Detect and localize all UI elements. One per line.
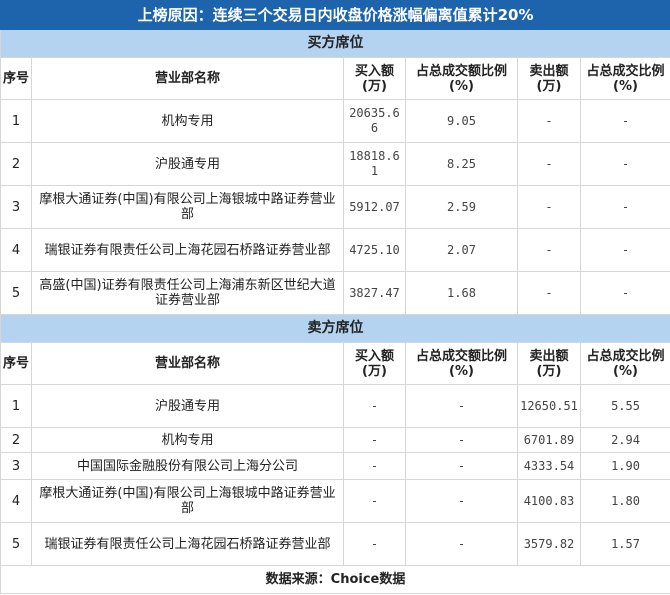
- cell-sell-amount: -: [517, 185, 581, 229]
- cell-branch-name: 摩根大通证券(中国)有限公司上海银城中路证券营业部: [31, 479, 344, 523]
- cell-buy-ratio: -: [405, 384, 518, 428]
- cell-buy-ratio: 1.68: [405, 271, 518, 315]
- header-index: 序号: [0, 342, 32, 385]
- table-row: 1 沪股通专用 - -12650.51 5.55: [0, 384, 670, 428]
- cell-sell-amount: -: [517, 142, 581, 186]
- cell-sell-amount: 6701.89: [517, 427, 581, 453]
- cell-index: 3: [0, 452, 32, 480]
- cell-branch-name: 瑞银证券有限责任公司上海花园石桥路证券营业部: [31, 228, 344, 272]
- cell-buy-amount: -: [343, 384, 406, 428]
- table-row: 4 瑞银证券有限责任公司上海花园石桥路证券营业部 4725.10 2.07- -: [0, 228, 670, 272]
- title-row: 上榜原因：连续三个交易日内收盘价格涨幅偏离值累计20%: [0, 0, 670, 30]
- cell-branch-name: 沪股通专用: [31, 384, 344, 428]
- table-row: 4 摩根大通证券(中国)有限公司上海银城中路证券营业部 - -4100.83 1.80: [0, 479, 670, 523]
- cell-buy-amount: 5912.07: [343, 185, 406, 229]
- cell-sell-ratio: 1.57: [579, 522, 670, 566]
- table-row: 2 机构专用 - -6701.89 2.94: [0, 427, 670, 453]
- cell-buy-ratio: 2.59: [405, 185, 518, 229]
- cell-buy-amount: -: [343, 479, 406, 523]
- cell-buy-ratio: 2.07: [405, 228, 518, 272]
- table-row: 1 机构专用 20635.66 9.05- -: [0, 99, 670, 143]
- cell-branch-name: 瑞银证券有限责任公司上海花园石桥路证券营业部: [31, 522, 344, 566]
- cell-buy-amount: 4725.10: [343, 228, 406, 272]
- cell-buy-ratio: 8.25: [405, 142, 518, 186]
- cell-sell-ratio: -: [579, 228, 670, 272]
- header-buy-amount: 买入额(万): [343, 342, 406, 385]
- cell-sell-ratio: -: [579, 142, 670, 186]
- cell-sell-amount: 3579.82: [517, 522, 581, 566]
- cell-branch-name: 摩根大通证券(中国)有限公司上海银城中路证券营业部: [31, 185, 344, 229]
- sell-section-row: 卖方席位: [0, 314, 670, 343]
- cell-buy-ratio: 9.05: [405, 99, 518, 143]
- cell-index: 3: [0, 185, 32, 229]
- header-buy-ratio: 占总成交额比例(%): [405, 342, 518, 385]
- cell-buy-ratio: -: [405, 427, 518, 453]
- header-buy-amount: 买入额(万): [343, 57, 406, 100]
- header-sell-ratio: 占总成交比例(%): [579, 342, 670, 385]
- header-row: 序号 营业部名称 买入额(万) 占总成交额比例(%) 卖出额(万) 占总成交比例(%): [0, 342, 670, 385]
- cell-buy-amount: 20635.66: [343, 99, 406, 143]
- table-row: 2 沪股通专用 18818.61 8.25- -: [0, 142, 670, 186]
- cell-sell-ratio: -: [579, 271, 670, 315]
- cell-branch-name: 沪股通专用: [31, 142, 344, 186]
- cell-index: 5: [0, 271, 32, 315]
- header-row: 序号 营业部名称 买入额(万) 占总成交额比例(%) 卖出额(万) 占总成交比例(%): [0, 57, 670, 100]
- header-sell-amount: 卖出额(万): [517, 57, 581, 100]
- dragon-tiger-table: 上榜原因：连续三个交易日内收盘价格涨幅偏离值累计20% 买方席位 序号 营业部名称 买入…: [0, 0, 670, 595]
- cell-sell-amount: -: [517, 271, 581, 315]
- cell-index: 4: [0, 228, 32, 272]
- cell-buy-amount: -: [343, 522, 406, 566]
- table-row: 3 摩根大通证券(中国)有限公司上海银城中路证券营业部 5912.07 2.59- -: [0, 185, 670, 229]
- cell-branch-name: 高盛(中国)证券有限责任公司上海浦东新区世纪大道证券营业部: [31, 271, 344, 315]
- cell-index: 5: [0, 522, 32, 566]
- cell-sell-ratio: 2.94: [579, 427, 670, 453]
- cell-buy-amount: -: [343, 452, 406, 480]
- cell-buy-ratio: -: [405, 479, 518, 523]
- cell-sell-amount: -: [517, 228, 581, 272]
- table-row: 5 瑞银证券有限责任公司上海花园石桥路证券营业部 - -3579.82 1.57: [0, 522, 670, 566]
- cell-sell-amount: 4333.54: [517, 452, 581, 480]
- table-title: 上榜原因：连续三个交易日内收盘价格涨幅偏离值累计20%: [0, 0, 670, 30]
- cell-branch-name: 机构专用: [31, 99, 344, 143]
- cell-buy-ratio: -: [405, 522, 518, 566]
- cell-branch-name: 中国国际金融股份有限公司上海分公司: [31, 452, 344, 480]
- cell-sell-ratio: 1.90: [579, 452, 670, 480]
- cell-buy-amount: -: [343, 427, 406, 453]
- table-row: 3 中国国际金融股份有限公司上海分公司 - -4333.54 1.90: [0, 452, 670, 480]
- trading-seats-table: 上榜原因：连续三个交易日内收盘价格涨幅偏离值累计20% 买方席位 序号 营业部名称 买入…: [0, 0, 670, 594]
- cell-buy-ratio: -: [405, 452, 518, 480]
- header-sell-ratio: 占总成交比例(%): [579, 57, 670, 100]
- cell-sell-ratio: 5.55: [579, 384, 670, 428]
- header-index: 序号: [0, 57, 32, 100]
- cell-sell-ratio: -: [579, 99, 670, 143]
- cell-sell-amount: 12650.51: [517, 384, 581, 428]
- footer-row: 数据来源：Choice数据: [0, 565, 670, 594]
- cell-index: 2: [0, 427, 32, 453]
- header-buy-ratio: 占总成交额比例(%): [405, 57, 518, 100]
- header-sell-amount: 卖出额(万): [517, 342, 581, 385]
- sell-section-title: 卖方席位: [0, 314, 670, 343]
- cell-index: 4: [0, 479, 32, 523]
- cell-sell-amount: -: [517, 99, 581, 143]
- cell-index: 1: [0, 99, 32, 143]
- cell-sell-amount: 4100.83: [517, 479, 581, 523]
- cell-branch-name: 机构专用: [31, 427, 344, 453]
- buy-section-title: 买方席位: [0, 29, 670, 58]
- cell-index: 2: [0, 142, 32, 186]
- cell-index: 1: [0, 384, 32, 428]
- cell-buy-amount: 18818.61: [343, 142, 406, 186]
- data-source: 数据来源：Choice数据: [0, 565, 670, 594]
- cell-sell-ratio: -: [579, 185, 670, 229]
- table-row: 5 高盛(中国)证券有限责任公司上海浦东新区世纪大道证券营业部 3827.47 1.6…: [0, 271, 670, 315]
- buy-section-row: 买方席位: [0, 29, 670, 58]
- cell-sell-ratio: 1.80: [579, 479, 670, 523]
- header-branch-name: 营业部名称: [31, 57, 344, 100]
- cell-buy-amount: 3827.47: [343, 271, 406, 315]
- header-branch-name: 营业部名称: [31, 342, 344, 385]
